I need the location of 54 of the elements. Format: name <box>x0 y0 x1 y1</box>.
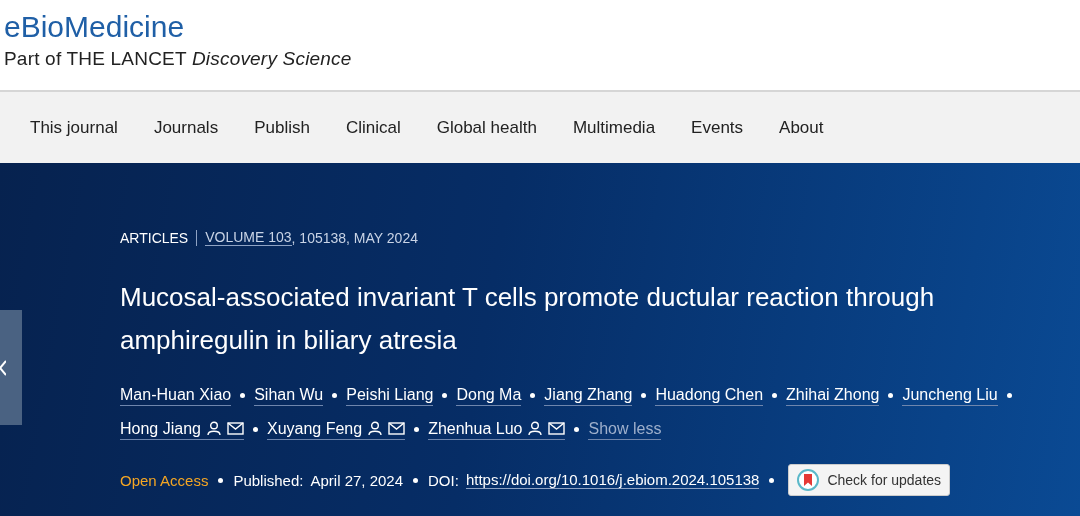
doi-link[interactable]: https://doi.org/10.1016/j.ebiom.2024.105138 <box>465 471 760 489</box>
article-type: ARTICLES <box>120 229 189 246</box>
open-access-label: Open Access <box>120 471 209 489</box>
article-title: Mucosal-associated invariant T cells promote ductular reaction through amphiregulin in biliary atresia <box>120 281 936 357</box>
bullet <box>218 477 224 483</box>
mail-icon[interactable] <box>548 422 566 435</box>
bullet <box>530 392 536 398</box>
bullet <box>769 477 775 483</box>
mail-icon[interactable] <box>226 422 244 435</box>
mail-icon[interactable] <box>388 422 406 435</box>
author-link[interactable]: Jiang Zhang <box>544 384 633 405</box>
author-link[interactable]: Xuyang Feng <box>266 418 363 439</box>
journal-logo[interactable]: eBioMedicine <box>4 10 1080 44</box>
nav-link[interactable]: Clinical <box>345 117 401 138</box>
person-icon[interactable] <box>528 421 543 436</box>
published-date: April 27, 2024 <box>310 471 404 489</box>
bullet <box>414 426 420 432</box>
author-link[interactable]: Peishi Liang <box>346 384 434 405</box>
bullet <box>888 392 894 398</box>
journal-subtitle: Part of THE LANCET Discovery Science <box>4 48 353 70</box>
author-link[interactable]: Zhihai Zhong <box>786 384 880 405</box>
bullet <box>574 426 580 432</box>
author-link[interactable]: Dong Ma <box>456 384 522 405</box>
bookmark-icon <box>797 469 820 491</box>
chevron-icon <box>0 358 6 377</box>
bullet <box>442 392 448 398</box>
person-icon[interactable] <box>368 421 383 436</box>
check-updates-button[interactable]: Check for updates <box>788 464 951 496</box>
bullet <box>413 477 419 483</box>
bullet <box>240 392 246 398</box>
person-icon[interactable] <box>206 421 221 436</box>
doi-label: DOI: <box>428 471 459 489</box>
author-link[interactable]: Zhenhua Luo <box>428 418 523 439</box>
volume-link[interactable]: VOLUME 103 <box>205 229 292 246</box>
nav-link[interactable]: Events <box>691 117 744 138</box>
bullet <box>1006 392 1012 398</box>
issue-info: , 105138, MAY 2024 <box>291 229 418 246</box>
author-link[interactable]: Sihan Wu <box>254 384 324 405</box>
bullet <box>332 392 338 398</box>
nav-link[interactable]: About <box>779 117 824 138</box>
published-label: Published: <box>233 471 304 489</box>
author-link[interactable]: Juncheng Liu <box>902 384 998 405</box>
nav-link[interactable]: This journal <box>30 117 118 138</box>
bullet <box>641 392 647 398</box>
nav-link[interactable]: Global health <box>436 117 537 138</box>
author-link[interactable]: Hong Jiang <box>120 418 201 439</box>
bullet <box>252 426 258 432</box>
show-less-link[interactable]: Show less <box>588 418 662 440</box>
nav-link[interactable]: Publish <box>254 117 310 138</box>
bullet <box>772 392 778 398</box>
nav-link[interactable]: Journals <box>153 117 219 138</box>
author-link[interactable]: Huadong Chen <box>655 384 764 405</box>
author-link[interactable]: Man-Huan Xiao <box>120 384 232 405</box>
nav-link[interactable]: Multimedia <box>572 117 656 138</box>
